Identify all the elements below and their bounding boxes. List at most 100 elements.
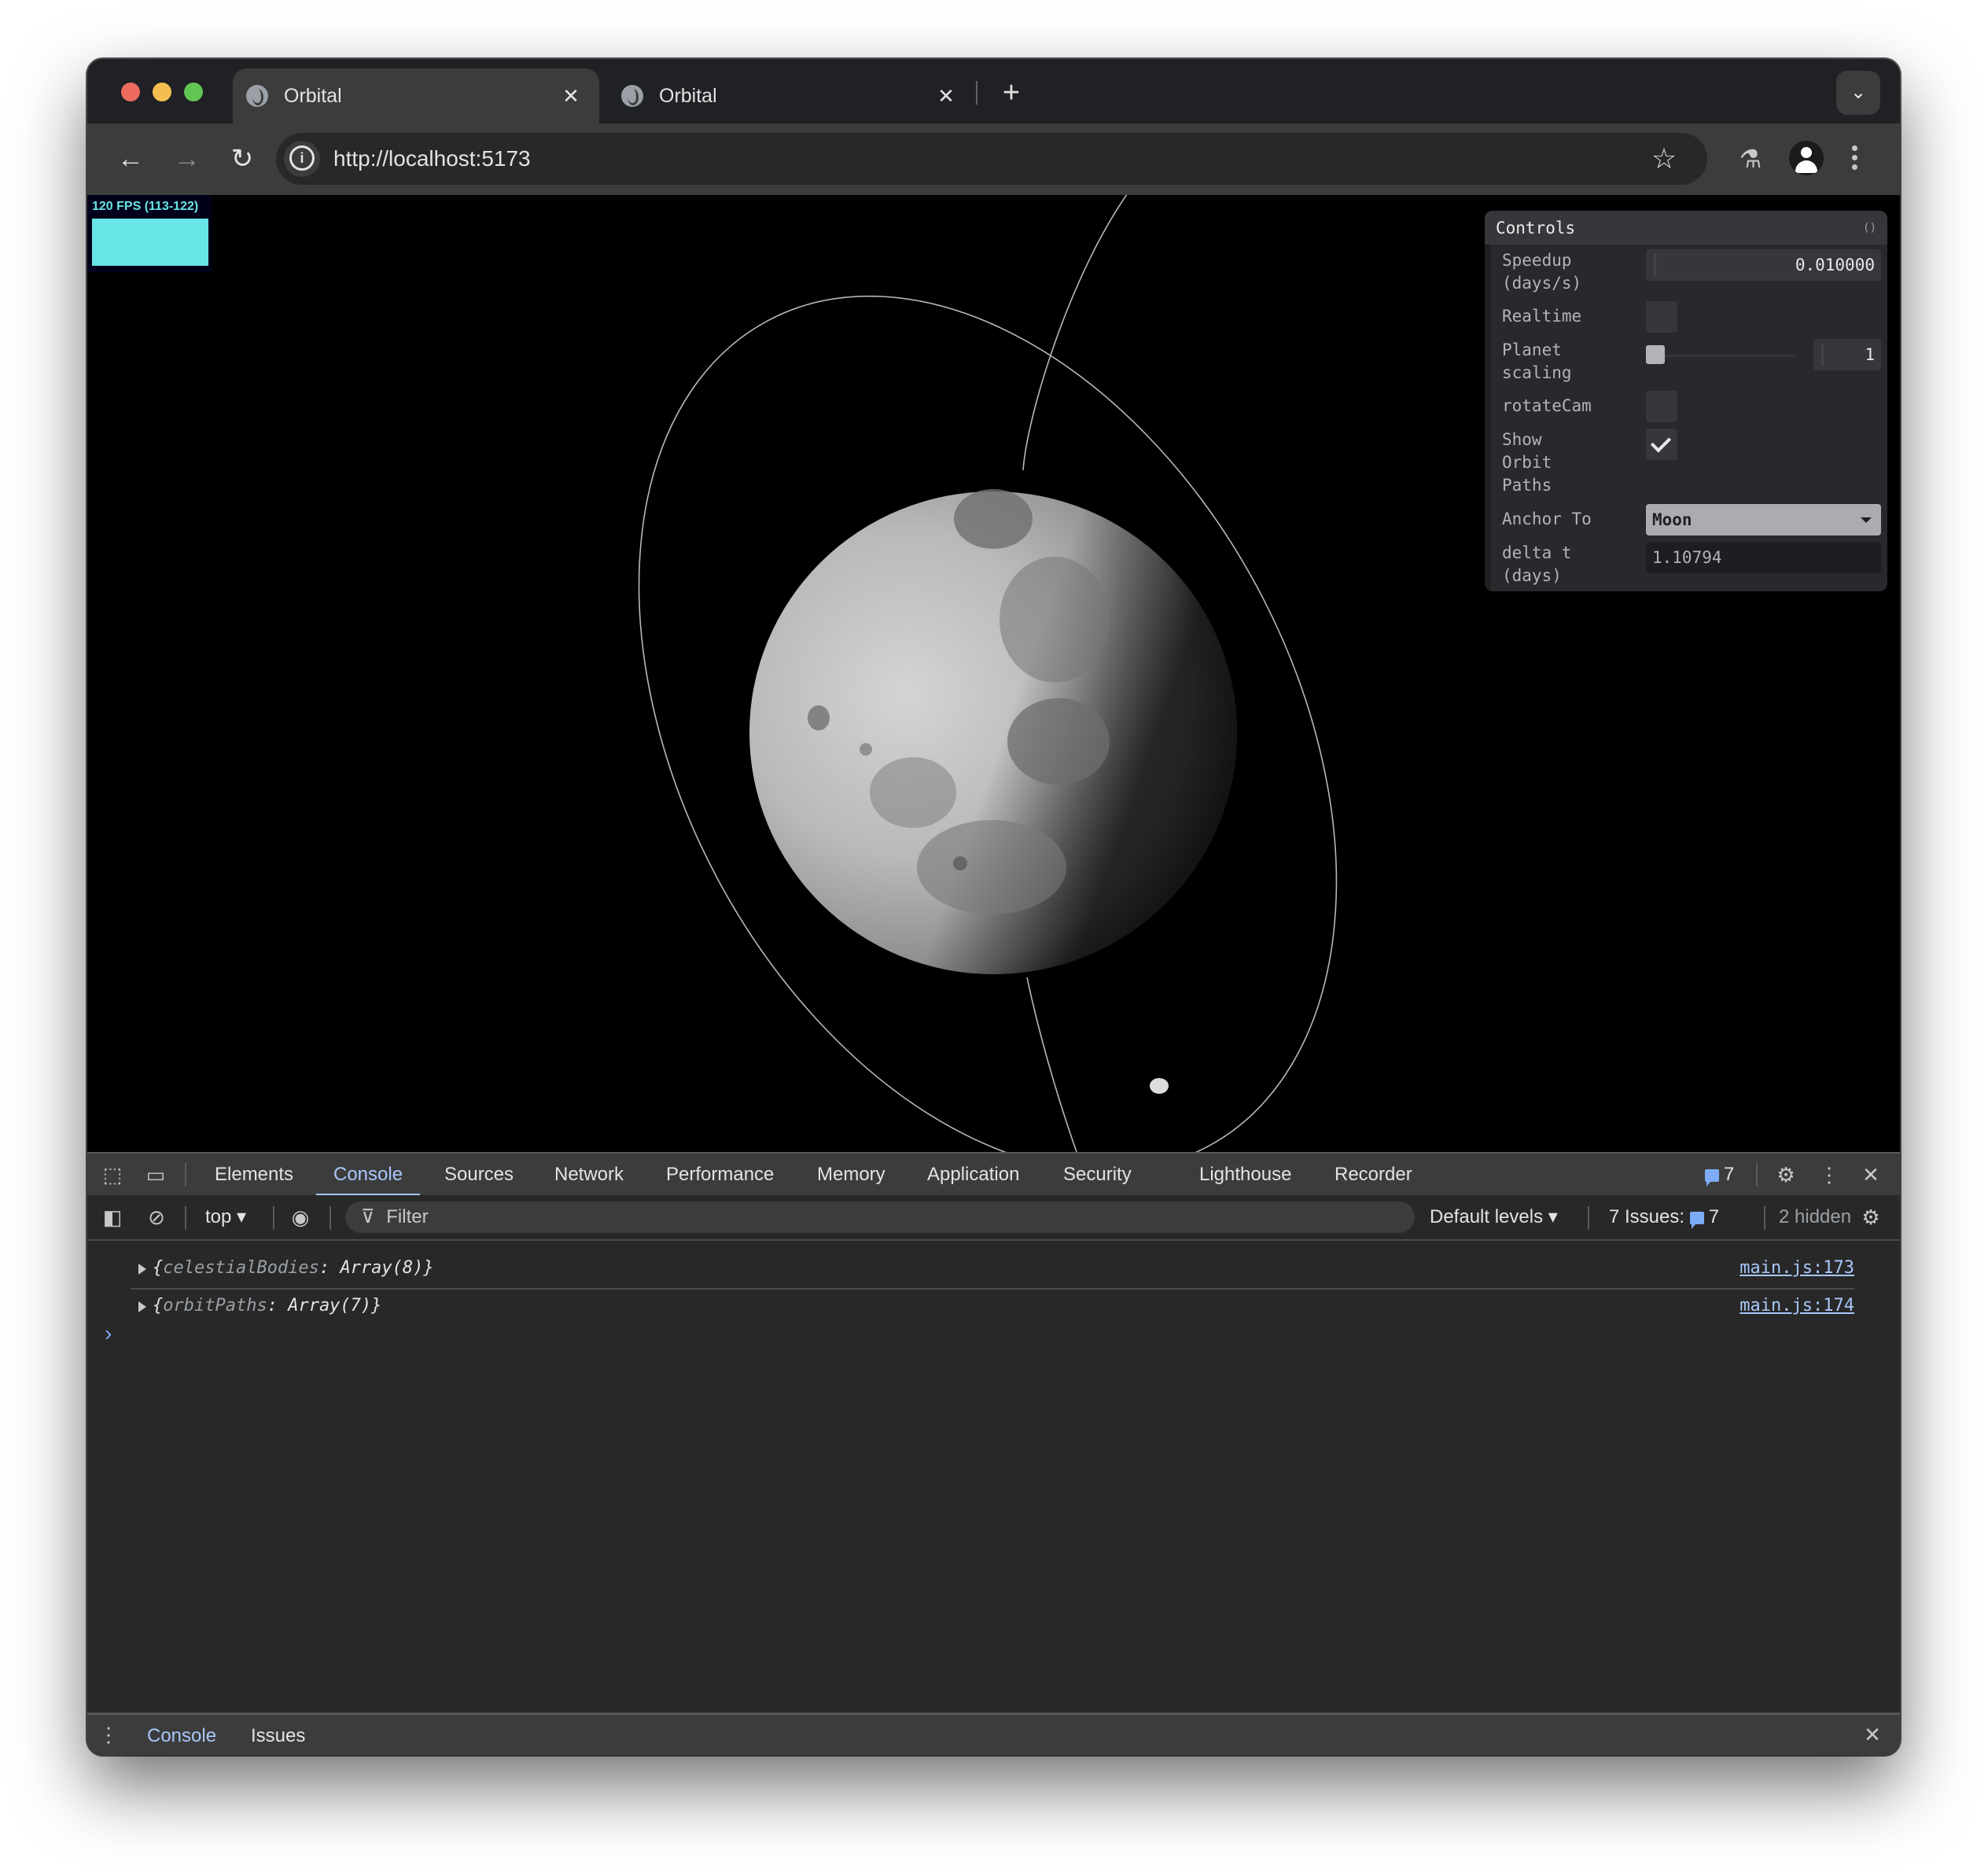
log-object[interactable]: {celestialBodies: Array(8)} [153,1250,434,1286]
orbit-path [1022,195,1128,471]
console-log-entry[interactable]: {orbitPaths: Array(7)} main.js:174 [131,1288,1854,1324]
hidden-messages-count: 2 hidden [1779,1206,1852,1227]
separator [1756,1163,1758,1187]
collapse-toggle-icon[interactable]: () [1863,222,1876,234]
url-text[interactable]: http://localhost:5173 [333,133,531,185]
message-icon [1705,1168,1719,1187]
separator [185,1206,186,1230]
clear-console-icon[interactable]: ⊘ [143,1204,170,1231]
anchor-to-select[interactable]: Moon [1646,504,1881,535]
site-info-button[interactable]: i [284,141,320,177]
controls-title: Controls [1496,218,1576,237]
close-tab-icon[interactable]: ✕ [932,84,960,109]
planet-scaling-slider-track[interactable] [1646,355,1795,357]
issues-link[interactable]: 7 Issues: 7 [1609,1195,1719,1239]
expand-triangle-icon[interactable] [138,1301,146,1312]
source-link[interactable]: main.js:174 [1740,1288,1854,1324]
reload-button[interactable]: ↻ [223,139,262,178]
devtools-tab-elements[interactable]: Elements [215,1154,293,1195]
fps-stats-panel[interactable]: 120 FPS (113-122) [87,195,212,272]
sidebar-toggle-icon[interactable]: ◧ [99,1204,126,1231]
anchor-to-label: Anchor To [1502,510,1592,528]
speedup-input[interactable]: 0.010000 [1646,249,1881,281]
devtools-tab-memory[interactable]: Memory [817,1154,885,1195]
console-prompt[interactable]: › [105,1321,112,1346]
rotatecam-checkbox[interactable] [1646,391,1677,422]
tab-search-button[interactable]: ⌄ [1836,71,1880,115]
devtools-tab-recorder[interactable]: Recorder [1335,1154,1412,1195]
minimize-window-button[interactable] [153,83,171,101]
console-output[interactable]: {celestialBodies: Array(8)} main.js:173 … [87,1241,1900,1755]
controls-header[interactable]: Controls () [1485,211,1887,245]
close-devtools-icon[interactable]: ✕ [1857,1161,1884,1188]
controls-panel: Controls () Speedup (days/s) 0.010000 Re… [1485,211,1887,591]
tab-title: Orbital [284,84,342,107]
speedup-row: Speedup (days/s) 0.010000 [1502,249,1881,296]
profile-avatar-button[interactable] [1789,141,1824,175]
address-bar[interactable]: i http://localhost:5173 ☆ [276,133,1707,185]
log-value: Array(8) [340,1258,424,1278]
person-icon-body [1795,160,1817,173]
show-orbit-paths-checkbox[interactable] [1646,429,1677,460]
devtools-tab-performance[interactable]: Performance [666,1154,774,1195]
arrow-right-icon: → [174,144,201,174]
devtools-tab-lighthouse[interactable]: Lighthouse [1199,1154,1291,1195]
more-options-icon[interactable]: ⋮ [1816,1161,1843,1188]
planet-scaling-input[interactable]: 1 [1813,339,1881,370]
devtools-tab-security[interactable]: Security [1063,1154,1132,1195]
devtools-tab-application[interactable]: Application [927,1154,1019,1195]
speedup-value: 0.010000 [1795,256,1875,274]
separator [185,1163,186,1187]
close-tab-icon[interactable]: ✕ [557,84,585,109]
satellite-body[interactable] [1150,1078,1169,1094]
browser-tab-active[interactable]: Orbital ✕ [233,68,599,123]
console-settings-gear-icon[interactable]: ⚙ [1857,1204,1884,1231]
labs-button[interactable]: ⚗ [1731,139,1770,178]
browser-menu-button[interactable] [1850,142,1858,177]
expand-triangle-icon[interactable] [138,1264,146,1275]
chevron-down-icon: ⌄ [1850,82,1867,103]
context-value: top [205,1206,232,1227]
issues-badge-count: 7 [1724,1164,1735,1185]
source-link[interactable]: main.js:173 [1740,1250,1854,1286]
star-icon: ☆ [1651,142,1677,175]
issues-badge[interactable]: 7 [1705,1163,1734,1187]
planet-scaling-slider-handle[interactable] [1646,345,1665,364]
log-levels-dropdown[interactable]: Default levels ▾ [1430,1195,1558,1239]
log-object[interactable]: {orbitPaths: Array(7)} [153,1288,381,1324]
delta-t-input[interactable]: 1.10794 [1646,542,1881,573]
devtools-tab-network[interactable]: Network [554,1154,624,1195]
device-toolbar-icon[interactable]: ▭ [142,1161,169,1188]
console-filter-input[interactable]: ⊽ Filter [345,1201,1415,1233]
devtools-tab-console[interactable]: Console [315,1154,421,1197]
drawer-tab-console[interactable]: Console [147,1715,216,1755]
context-selector[interactable]: top ▾ [205,1195,246,1239]
drawer-menu-icon[interactable]: ⋮ [95,1721,122,1748]
realtime-checkbox[interactable] [1646,301,1677,333]
close-drawer-icon[interactable]: ✕ [1859,1721,1886,1748]
console-log-entry[interactable]: {celestialBodies: Array(8)} main.js:173 [131,1250,1854,1286]
maximize-window-button[interactable] [184,83,203,101]
back-button[interactable]: ← [111,139,150,178]
delta-t-value: 1.10794 [1652,548,1722,567]
moon-body[interactable] [749,489,1237,974]
browser-tab[interactable]: Orbital ✕ [608,68,974,123]
settings-gear-icon[interactable]: ⚙ [1773,1161,1799,1188]
browser-toolbar: ← → ↻ i http://localhost:5173 ☆ ⚗ [87,123,1900,195]
planet-scaling-label: Planet scaling [1502,340,1572,382]
scene-viewport[interactable]: 120 FPS (113-122) Controls () Speedup (d… [87,195,1900,1152]
drawer-tab-issues[interactable]: Issues [251,1715,305,1755]
mare-serenitatis [1000,557,1110,683]
globe-icon [621,85,643,107]
bookmark-star-button[interactable]: ☆ [1644,139,1684,178]
devtools-tab-sources[interactable]: Sources [444,1154,514,1195]
new-tab-button[interactable]: + [992,73,1031,112]
crater [860,743,872,756]
controls-body: Speedup (days/s) 0.010000 Realtime Plane… [1491,245,1887,591]
eye-icon[interactable]: ◉ [287,1204,314,1231]
log-key: orbitPaths [163,1296,267,1316]
forward-button[interactable]: → [168,139,207,178]
close-window-button[interactable] [121,83,140,101]
inspect-element-icon[interactable]: ⬚ [99,1161,126,1188]
devtools-tab-bar: ⬚ ▭ Elements Console Sources Network Per… [87,1152,1900,1197]
